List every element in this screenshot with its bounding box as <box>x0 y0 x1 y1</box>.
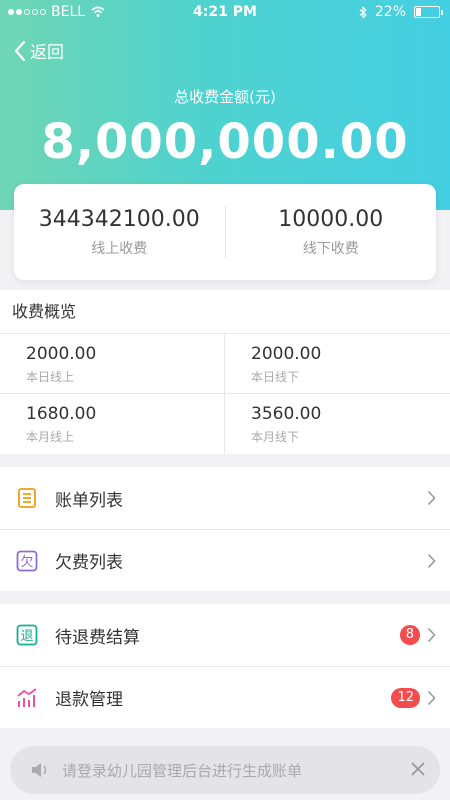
overview-value: 3560.00 <box>251 404 322 424</box>
menu-item-pending-refund[interactable]: 退 待退费结算 8 <box>0 604 450 666</box>
menu-label: 退款管理 <box>55 690 123 710</box>
status-right: 22% <box>359 4 443 20</box>
menu-group-bills: 账单列表 欠 欠费列表 <box>0 467 450 591</box>
offline-amount: 10000.00 <box>278 206 384 232</box>
overview-title: 收费概览 <box>0 290 450 334</box>
overview-month-offline: 3560.00 本月线下 <box>225 394 450 454</box>
overview-value: 1680.00 <box>26 404 97 424</box>
bluetooth-icon <box>359 5 367 19</box>
bill-list-icon <box>18 488 36 508</box>
overview-label: 本日线上 <box>26 370 75 384</box>
overview-label: 本月线上 <box>26 430 75 444</box>
chevron-left-icon <box>14 40 26 61</box>
fee-summary-card: 344342100.00 线上收费 10000.00 线下收费 <box>14 184 436 280</box>
total-label: 总收费金额(元) <box>174 88 276 106</box>
arrears-icon: 欠 <box>16 550 38 572</box>
menu-item-arrears-list[interactable]: 欠 欠费列表 <box>0 529 450 591</box>
battery-icon <box>414 6 443 18</box>
notice-bar: 请登录幼儿园管理后台进行生成账单 <box>10 746 440 794</box>
offline-fee: 10000.00 线下收费 <box>226 207 437 258</box>
menu-group-refunds: 退 待退费结算 8 退款管理 12 <box>0 604 450 728</box>
total-amount: 8,000,000.00 <box>41 114 409 170</box>
chevron-right-icon <box>427 490 436 506</box>
chart-icon <box>17 688 37 707</box>
menu-item-bill-list[interactable]: 账单列表 <box>0 467 450 529</box>
online-amount: 344342100.00 <box>38 206 200 232</box>
battery-percent: 22% <box>374 4 406 20</box>
overview-month-online: 1680.00 本月线上 <box>0 394 225 454</box>
menu-label: 账单列表 <box>55 490 123 511</box>
notification-badge: 12 <box>391 688 420 708</box>
menu-item-refund-manage[interactable]: 退款管理 12 <box>0 666 450 728</box>
chevron-right-icon <box>427 553 436 569</box>
speaker-icon <box>32 763 47 777</box>
overview-label: 本月线下 <box>251 430 300 444</box>
back-button[interactable]: 返回 <box>14 38 64 63</box>
notice-text: 请登录幼儿园管理后台进行生成账单 <box>62 761 303 780</box>
fee-overview: 收费概览 2000.00 本日线上 2000.00 本日线下 1680.00 本… <box>0 290 450 454</box>
menu-label: 待退费结算 <box>55 627 140 648</box>
svg-text:欠: 欠 <box>20 554 33 570</box>
offline-label: 线下收费 <box>302 240 359 257</box>
status-bar: BELL 4:21 PM 22% <box>0 0 450 24</box>
overview-grid: 2000.00 本日线上 2000.00 本日线下 1680.00 本月线上 3… <box>0 334 450 454</box>
online-fee: 344342100.00 线上收费 <box>14 207 225 258</box>
chevron-right-icon <box>427 690 436 706</box>
refund-icon: 退 <box>16 624 38 646</box>
close-icon[interactable] <box>410 761 426 777</box>
chevron-right-icon <box>427 627 436 643</box>
online-label: 线上收费 <box>91 240 148 257</box>
menu-label: 欠费列表 <box>55 553 123 573</box>
overview-today-online: 2000.00 本日线上 <box>0 334 225 394</box>
overview-value: 2000.00 <box>251 344 322 364</box>
notification-badge: 8 <box>399 625 420 645</box>
back-label: 返回 <box>30 43 64 63</box>
overview-label: 本日线下 <box>251 370 300 384</box>
overview-value: 2000.00 <box>26 344 97 364</box>
svg-text:退: 退 <box>20 629 33 644</box>
header-banner: BELL 4:21 PM 22% 返回 总收费金额(元) 8,000,000.0… <box>0 0 450 210</box>
overview-today-offline: 2000.00 本日线下 <box>225 334 450 394</box>
